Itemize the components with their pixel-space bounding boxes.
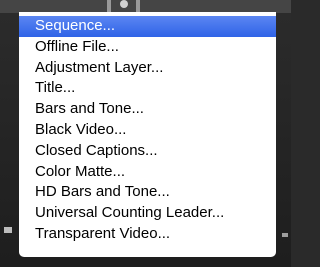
menu-item-title[interactable]: Title... [19, 78, 276, 99]
track-marker [282, 233, 288, 237]
playhead-knob[interactable] [120, 0, 128, 8]
slider-handle-left[interactable] [107, 0, 111, 12]
menu-item-universal-counting-leader[interactable]: Universal Counting Leader... [19, 203, 276, 224]
slider-handle-right[interactable] [136, 0, 140, 12]
menu-item-black-video[interactable]: Black Video... [19, 120, 276, 141]
menu-item-transparent-video[interactable]: Transparent Video... [19, 224, 276, 245]
menu-item-sequence[interactable]: Sequence... [19, 16, 276, 37]
menu-item-color-matte[interactable]: Color Matte... [19, 162, 276, 183]
menu-item-bars-and-tone[interactable]: Bars and Tone... [19, 99, 276, 120]
menu-item-offline-file[interactable]: Offline File... [19, 37, 276, 58]
menu-item-closed-captions[interactable]: Closed Captions... [19, 141, 276, 162]
new-item-dropdown-menu: Sequence... Offline File... Adjustment L… [19, 12, 276, 257]
menu-item-hd-bars-and-tone[interactable]: HD Bars and Tone... [19, 182, 276, 203]
track-marker [4, 227, 12, 233]
menu-item-adjustment-layer[interactable]: Adjustment Layer... [19, 58, 276, 79]
